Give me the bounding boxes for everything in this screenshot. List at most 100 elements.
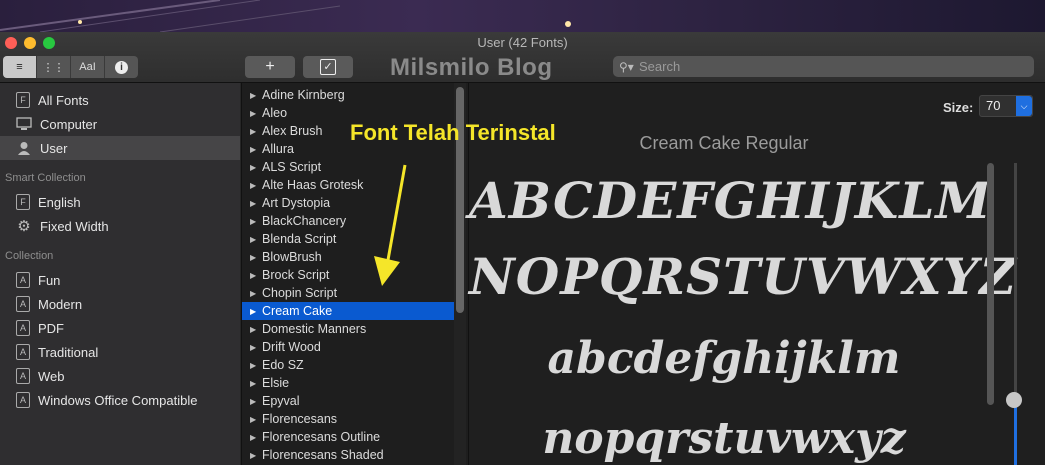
info-view-button[interactable]: i <box>105 56 138 78</box>
disclosure-triangle-icon[interactable]: ▶ <box>250 325 260 334</box>
disclosure-triangle-icon[interactable]: ▶ <box>250 289 260 298</box>
font-box-icon: A <box>16 368 30 384</box>
disclosure-triangle-icon[interactable]: ▶ <box>250 253 260 262</box>
list-item[interactable]: ▶ BlackChancery <box>242 212 454 230</box>
font-box-icon: A <box>16 296 30 312</box>
sidebar-item-user[interactable]: User <box>0 136 240 160</box>
disclosure-triangle-icon[interactable]: ▶ <box>250 343 260 352</box>
preview-scrollbar[interactable] <box>987 163 994 405</box>
disclosure-triangle-icon[interactable]: ▶ <box>250 379 260 388</box>
font-family-label: Art Dystopia <box>262 196 331 210</box>
sidebar-item-label: Web <box>38 368 65 384</box>
disclosure-triangle-icon[interactable]: ▶ <box>250 433 260 442</box>
annotation-text: Font Telah Terinstal <box>350 120 556 145</box>
list-item[interactable]: ▶ Brock Script <box>242 266 454 284</box>
list-item[interactable]: ▶ Edo SZ <box>242 356 454 374</box>
disclosure-triangle-icon[interactable]: ▶ <box>250 217 260 226</box>
font-family-label: BlowBrush <box>262 250 322 264</box>
disclosure-triangle-icon[interactable]: ▶ <box>250 199 260 208</box>
grid-view-button[interactable]: ⋮⋮ <box>37 56 71 78</box>
disclosure-triangle-icon[interactable]: ▶ <box>250 109 260 118</box>
search-field[interactable]: ⚲▾ <box>613 56 1034 77</box>
disclosure-triangle-icon[interactable]: ▶ <box>250 127 260 136</box>
size-value[interactable]: 70 <box>986 98 1000 113</box>
sidebar-item-label: Fun <box>38 272 61 288</box>
sidebar-item-web[interactable]: A Web <box>0 364 240 388</box>
disclosure-triangle-icon[interactable]: ▶ <box>250 451 260 460</box>
sidebar-item-fun[interactable]: A Fun <box>0 268 240 292</box>
sidebar-item-label: Computer <box>40 116 98 132</box>
list-item-selected[interactable]: ▶ Cream Cake <box>242 302 454 320</box>
disclosure-triangle-icon[interactable]: ▶ <box>250 415 260 424</box>
search-input[interactable] <box>637 58 1021 75</box>
font-box-icon: A <box>16 344 30 360</box>
add-font-button[interactable]: + <box>245 56 295 78</box>
list-item[interactable]: ▶ BlowBrush <box>242 248 454 266</box>
sidebar-item-label: Modern <box>38 296 83 312</box>
list-item[interactable]: ▶ Art Dystopia <box>242 194 454 212</box>
annotation-arrow-icon <box>374 164 407 286</box>
font-box-icon: F <box>16 194 30 210</box>
font-family-label: Allura <box>262 142 294 156</box>
font-box-icon: F <box>16 92 30 108</box>
font-family-label: Domestic Manners <box>262 322 367 336</box>
list-item[interactable]: ▶ ALS Script <box>242 158 454 176</box>
font-family-label: Alex Brush <box>262 124 323 138</box>
font-box-icon: A <box>16 320 30 336</box>
list-item[interactable]: ▶ Adine Kirnberg <box>242 86 454 104</box>
plus-icon: + <box>265 58 275 75</box>
list-item[interactable]: ▶ Epyval <box>242 392 454 410</box>
search-icon: ⚲▾ <box>619 59 634 74</box>
validate-font-button[interactable]: ✓ <box>303 56 353 78</box>
list-item[interactable]: ▶ Drift Wood <box>242 338 454 356</box>
sidebar-item-pdf[interactable]: A PDF <box>0 316 240 340</box>
list-item[interactable]: ▶ Elsie <box>242 374 454 392</box>
font-family-label: BlackChancery <box>262 214 347 228</box>
font-family-label: Brock Script <box>262 268 330 282</box>
chevron-down-icon[interactable]: ⌵ <box>1016 96 1032 116</box>
disclosure-triangle-icon[interactable]: ▶ <box>250 145 260 154</box>
sidebar-item-english[interactable]: F English <box>0 190 240 214</box>
disclosure-triangle-icon[interactable]: ▶ <box>250 235 260 244</box>
disclosure-triangle-icon[interactable]: ▶ <box>250 271 260 280</box>
sidebar-item-modern[interactable]: A Modern <box>0 292 240 316</box>
sample-view-button[interactable]: AaI <box>71 56 105 78</box>
sidebar-item-computer[interactable]: Computer <box>0 112 240 136</box>
font-family-label: Adine Kirnberg <box>262 88 345 102</box>
list-icon: ≡ <box>16 61 23 73</box>
preview-uppercase-line-2: NOPQRSTUVWXYZ <box>469 247 1017 306</box>
disclosure-triangle-icon[interactable]: ▶ <box>250 361 260 370</box>
sidebar-item-fixed-width[interactable]: ⚙ Fixed Width <box>0 214 240 238</box>
size-combo-box[interactable]: 70 ⌵ <box>979 95 1033 117</box>
disclosure-triangle-icon[interactable]: ▶ <box>250 163 260 172</box>
disclosure-triangle-icon[interactable]: ▶ <box>250 397 260 406</box>
monitor-icon <box>16 116 32 132</box>
font-book-window: User (42 Fonts) ≡ ⋮⋮ AaI i + ✓ Milsmilo … <box>0 32 1045 465</box>
disclosure-triangle-icon[interactable]: ▶ <box>250 307 260 316</box>
sidebar-item-windows-office-compatible[interactable]: A Windows Office Compatible <box>0 388 240 412</box>
sidebar-item-label: All Fonts <box>38 92 89 108</box>
disclosure-triangle-icon[interactable]: ▶ <box>250 181 260 190</box>
disclosure-triangle-icon[interactable]: ▶ <box>250 91 260 100</box>
list-item[interactable]: ▶ Florencesans <box>242 410 454 428</box>
preview-lowercase-line-1: abcdefghijklm <box>547 333 901 384</box>
list-item[interactable]: ▶ Blenda Script <box>242 230 454 248</box>
desktop-background <box>0 0 1045 32</box>
sidebar-item-label: User <box>40 140 68 156</box>
list-item[interactable]: ▶ Alte Haas Grotesk <box>242 176 454 194</box>
list-item[interactable]: ▶ Domestic Manners <box>242 320 454 338</box>
list-item[interactable]: ▶ Florencesans Outline <box>242 428 454 446</box>
list-item[interactable]: ▶ Chopin Script <box>242 284 454 302</box>
window-title: User (42 Fonts) <box>477 35 568 50</box>
sidebar: F All Fonts Computer User Smart Collecti… <box>0 83 240 465</box>
list-view-button[interactable]: ≡ <box>3 56 37 78</box>
list-item[interactable]: ▶ Florencesans Shaded <box>242 446 454 464</box>
font-family-label: Edo SZ <box>262 358 304 372</box>
sidebar-item-traditional[interactable]: A Traditional <box>0 340 240 364</box>
sidebar-item-label: PDF <box>38 320 64 336</box>
gear-icon: ⚙ <box>17 218 31 235</box>
font-family-label: Drift Wood <box>262 340 321 354</box>
collection-heading: Collection <box>5 250 54 262</box>
sidebar-item-all-fonts[interactable]: F All Fonts <box>0 88 240 112</box>
size-slider-knob[interactable] <box>1006 392 1022 408</box>
